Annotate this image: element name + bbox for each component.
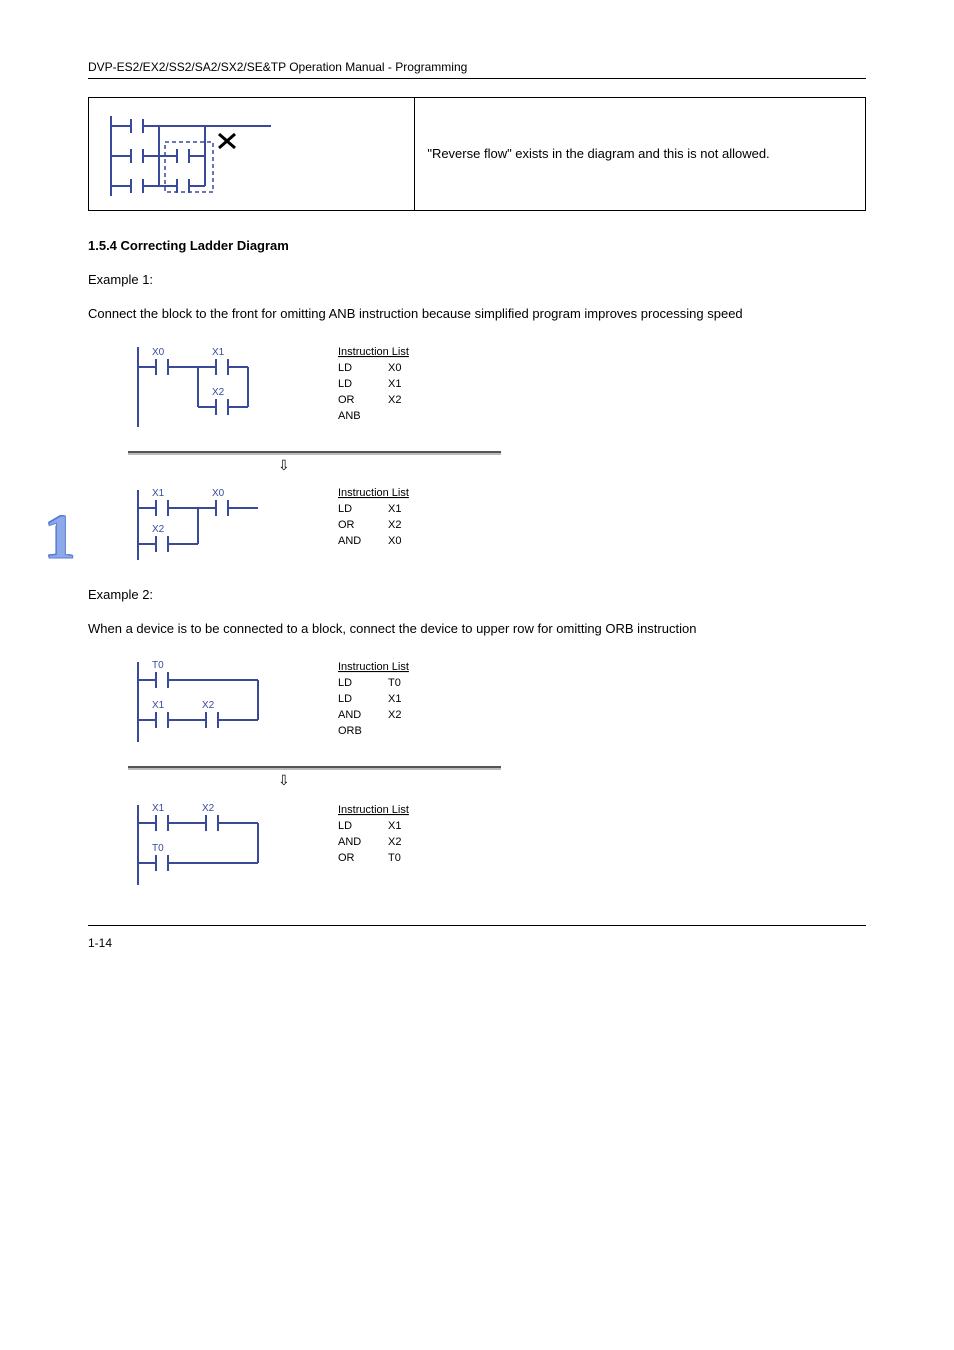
page-footer: 1-14 [88,925,866,950]
svg-text:ANB: ANB [338,410,361,422]
svg-text:X1: X1 [152,700,165,711]
svg-text:LD: LD [338,693,352,705]
example-1-text: Connect the block to the front for omitt… [88,303,866,325]
svg-text:X2: X2 [202,803,215,814]
ladder-diagram-2a: T0 X1 X2 Instruction List LD T0 LD X1 AND X… [128,652,468,752]
svg-text:X1: X1 [152,803,165,814]
example-1-label: Example 1: [88,269,866,291]
svg-text:X2: X2 [388,394,401,406]
svg-text:AND: AND [338,836,361,848]
table-row: "Reverse flow" exists in the diagram and… [89,98,866,211]
svg-text:LD: LD [338,362,352,374]
svg-text:X0: X0 [152,347,165,358]
svg-text:T0: T0 [388,852,401,864]
arrow-down-icon-2: ⇩ [128,772,866,789]
ladder-diagram-1b: X1 X2 X0 Instruction List LD X1 OR X2 AND X… [128,480,468,570]
svg-text:OR: OR [338,394,355,406]
svg-text:Instruction List: Instruction List [338,661,409,673]
svg-text:X0: X0 [388,535,401,547]
page-header: DVP-ES2/EX2/SS2/SA2/SX2/SE&TP Operation … [88,60,866,79]
diagram-table: "Reverse flow" exists in the diagram and… [88,97,866,211]
svg-text:X1: X1 [388,693,401,705]
svg-text:X2: X2 [202,700,215,711]
svg-text:X0: X0 [388,362,401,374]
ladder-reverse-flow-diagram [101,106,281,202]
ladder-diagram-1a: X0 X1 X2 Instruction List LD X0 LD X1 OR X2… [128,337,468,437]
svg-text:X1: X1 [388,820,401,832]
separator-bar [128,451,501,455]
svg-text:AND: AND [338,709,361,721]
svg-text:T0: T0 [152,843,164,854]
example-2-text: When a device is to be connected to a bl… [88,618,866,640]
svg-text:LD: LD [338,820,352,832]
svg-text:X2: X2 [388,519,401,531]
svg-text:X2: X2 [388,836,401,848]
svg-text:OR: OR [338,519,355,531]
svg-text:Instruction List: Instruction List [338,487,409,499]
svg-text:X1: X1 [152,488,165,499]
svg-text:Instruction List: Instruction List [338,346,409,358]
page-number: 1-14 [88,936,112,950]
svg-text:X1: X1 [388,378,401,390]
table-right-text: "Reverse flow" exists in the diagram and… [427,146,769,161]
chapter-number-decoration: 1 [44,500,76,574]
svg-text:LD: LD [338,677,352,689]
separator-bar-2 [128,766,501,770]
svg-text:X1: X1 [388,503,401,515]
svg-text:X2: X2 [212,387,225,398]
svg-text:X0: X0 [212,488,225,499]
section-heading: 1.5.4 Correcting Ladder Diagram [88,235,866,257]
svg-text:OR: OR [338,852,355,864]
svg-text:ORB: ORB [338,725,362,737]
header-title: DVP-ES2/EX2/SS2/SA2/SX2/SE&TP Operation … [88,60,467,74]
svg-text:X1: X1 [212,347,225,358]
svg-text:LD: LD [338,378,352,390]
svg-text:X2: X2 [152,524,165,535]
svg-text:X2: X2 [388,709,401,721]
table-cell-right: "Reverse flow" exists in the diagram and… [415,98,866,211]
svg-text:T0: T0 [388,677,401,689]
svg-text:LD: LD [338,503,352,515]
arrow-down-icon: ⇩ [128,457,866,474]
ladder-diagram-2b: X1 X2 T0 Instruction List LD X1 AND X2 OR T… [128,795,468,895]
table-cell-left [89,98,415,211]
svg-text:Instruction List: Instruction List [338,804,409,816]
example-2-label: Example 2: [88,584,866,606]
svg-text:T0: T0 [152,660,164,671]
svg-text:AND: AND [338,535,361,547]
